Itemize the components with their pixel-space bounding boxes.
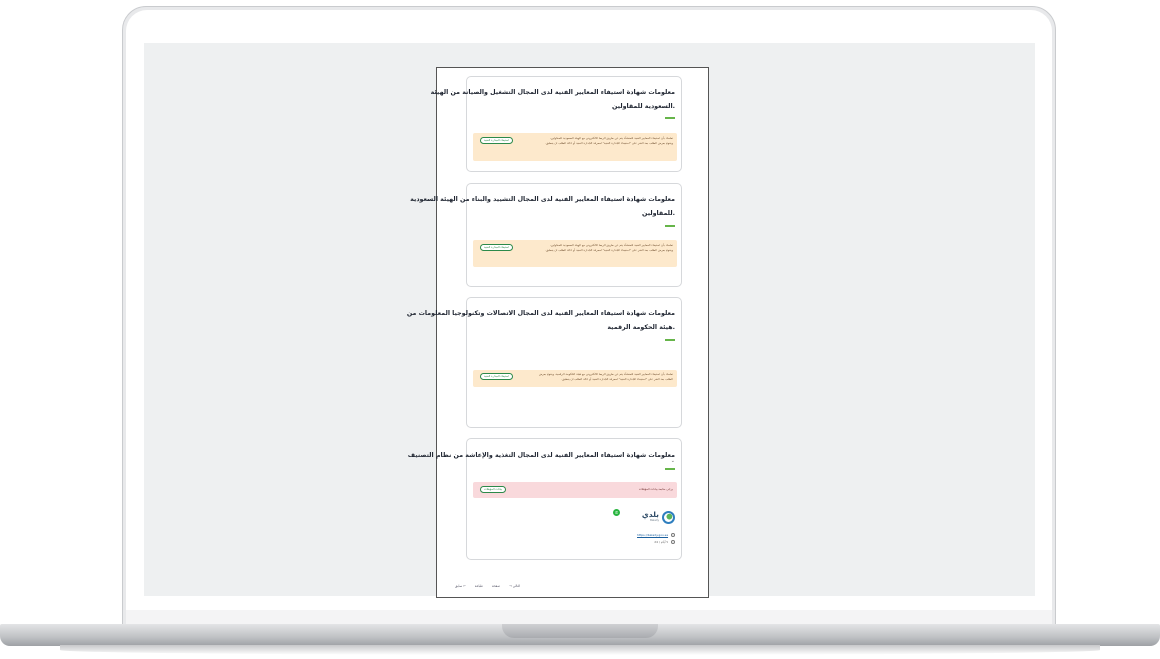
title-accent (665, 339, 675, 341)
document-page: معلومات شهادة استيفاء المعايير الفنية لد… (407, 67, 709, 598)
laptop-shadow (60, 645, 1100, 655)
card-title: معلومات شهادة استيفاء المعايير الفنية لد… (430, 89, 675, 96)
card-title-line2: .هيئة الحكومة الرقمية (607, 324, 675, 331)
contact-block: ✆ بلدي Balady https://balady.gov.sa ٧ أي… (613, 509, 675, 559)
laptop-notch (502, 624, 658, 638)
technical-competency-button[interactable]: استيفاء الجدارة الفنية (480, 244, 513, 251)
card-title: معلومات شهادة استيفاء المعايير الفنية لد… (410, 196, 675, 203)
info-note: تعلمك بأن استيفاء المعايير الفنية للمنشأ… (473, 133, 677, 161)
alert-note: يرجى متابعة بيانات المؤهلات بيانات المؤه… (473, 482, 677, 498)
hours-row: ٧ أيام / 24 (654, 540, 675, 544)
card-ict: معلومات شهادة استيفاء المعايير الفنية لد… (407, 297, 682, 428)
title-accent (665, 225, 675, 227)
note-text: تعلمك بأن استيفاء المعايير الفنية للمنشأ… (545, 136, 673, 145)
title-accent (665, 117, 675, 119)
card-catering: معلومات شهادة استيفاء المعايير الفنية لد… (408, 438, 682, 560)
print-link[interactable]: طباعة (475, 584, 483, 588)
card-operations-maintenance: معلومات شهادة استيفاء المعايير الفنية لد… (431, 76, 682, 172)
pager: التالي → صفحة طباعة ← سابق (455, 584, 528, 588)
qualifications-button[interactable]: بيانات المؤهلات (480, 486, 507, 493)
chevron-down-icon[interactable]: ⌄ (671, 458, 675, 464)
next-link[interactable]: التالي → (509, 584, 520, 588)
info-note: تعلمك بأن استيفاء المعايير الفنية للمنشأ… (473, 240, 677, 267)
website-link[interactable]: https://balady.gov.sa (637, 533, 668, 537)
prev-link[interactable]: ← سابق (455, 584, 466, 588)
card-construction-building: معلومات شهادة استيفاء المعايير الفنية لد… (410, 183, 682, 287)
globe-icon (671, 533, 675, 537)
page-link[interactable]: صفحة (492, 584, 500, 588)
card-title: معلومات شهادة استيفاء المعايير الفنية لد… (407, 452, 675, 459)
info-note: تعلمك بأن استيفاء المعايير الفنية للمنشأ… (473, 370, 677, 387)
balady-logo-icon (662, 511, 675, 524)
hours-text: ٧ أيام / 24 (654, 540, 669, 544)
whatsapp-icon[interactable]: ✆ (613, 509, 620, 516)
technical-competency-button[interactable]: استيفاء الجدارة الفنية (480, 137, 513, 144)
card-title: معلومات شهادة استيفاء المعايير الفنية لد… (406, 310, 675, 317)
card-title-line2: .السعودية للمقاولين (612, 103, 675, 110)
note-text: تعلمك بأن استيفاء المعايير الفنية للمنشأ… (545, 243, 673, 252)
website-row: https://balady.gov.sa (637, 533, 675, 537)
card-title-line2: .للمقاولين (642, 210, 675, 217)
note-text: يرجى متابعة بيانات المؤهلات (638, 487, 673, 491)
note-text: تعلمك بأن استيفاء المعايير الفنية للمنشأ… (538, 372, 673, 381)
clock-icon (671, 540, 675, 544)
brand-name: بلدي (641, 510, 659, 519)
brand-subtitle: Balady (650, 519, 659, 522)
title-accent (665, 468, 675, 470)
laptop-chin (126, 610, 1052, 624)
technical-competency-button[interactable]: استيفاء الجدارة الفنية (480, 373, 513, 380)
